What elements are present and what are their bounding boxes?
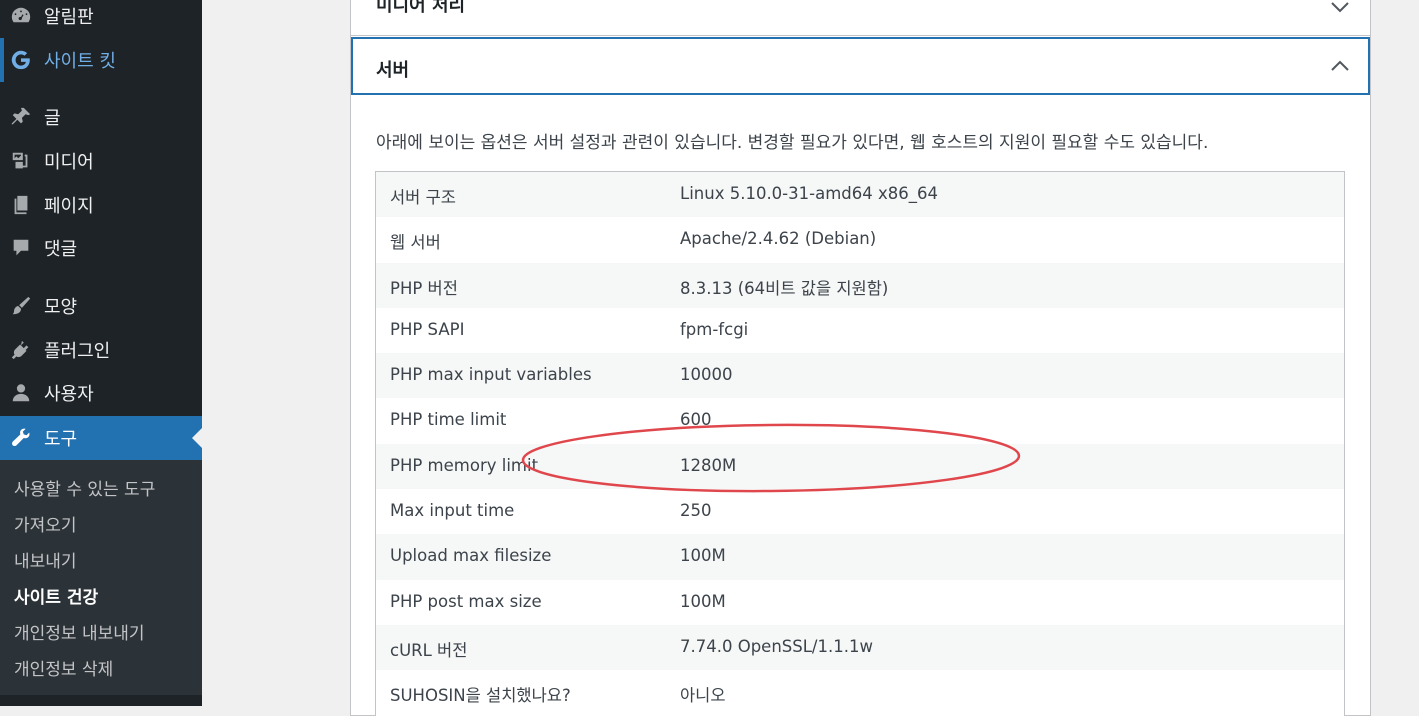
wrench-icon	[9, 426, 33, 450]
row-value: 100M	[680, 591, 726, 611]
row-label: PHP 버전	[390, 278, 458, 298]
menu-label: 미디어	[44, 152, 94, 173]
menu-item-media[interactable]: 미디어	[0, 139, 202, 183]
sidebar-bottom	[0, 695, 202, 706]
row-value: 100M	[680, 546, 726, 566]
accordion-server-header[interactable]: 서버	[351, 37, 1370, 95]
menu-item-appearance[interactable]: 모양	[0, 284, 202, 328]
row-value: fpm-fcgi	[680, 319, 749, 339]
menu-item-tools[interactable]: 도구	[0, 416, 202, 460]
table-row: 웹 서버 Apache/2.4.62 (Debian)	[376, 217, 1344, 263]
tools-submenu: 사용할 수 있는 도구 가져오기 내보내기 사이트 건강 개인정보 내보내기 개…	[0, 460, 202, 695]
row-value: 250	[680, 501, 712, 521]
table-row: Upload max filesize 100M	[376, 534, 1344, 580]
submenu-item-export[interactable]: 내보내기	[14, 547, 77, 572]
menu-item-posts[interactable]: 글	[0, 95, 202, 139]
table-row: cURL 버전 7.74.0 OpenSSL/1.1.1w	[376, 624, 1344, 671]
row-value: Apache/2.4.62 (Debian)	[680, 229, 877, 249]
google-g-icon	[9, 48, 33, 72]
table-row: PHP 버전 8.3.13 (64비트 값을 지원함)	[376, 262, 1344, 308]
table-row: Max input time 250	[376, 489, 1344, 535]
user-icon	[9, 381, 33, 405]
menu-label: 사용자	[44, 384, 94, 405]
accordion-media-header[interactable]: 미디어 처리	[351, 0, 1370, 36]
table-row: 서버 구조 Linux 5.10.0-31-amd64 x86_64	[376, 172, 1344, 218]
menu-item-comments[interactable]: 댓글	[0, 226, 202, 270]
menu-item-plugins[interactable]: 플러그인	[0, 328, 202, 372]
submenu-item-erase-personal-data[interactable]: 개인정보 삭제	[14, 655, 113, 680]
chevron-up-icon	[1331, 60, 1349, 71]
submenu-item-available-tools[interactable]: 사용할 수 있는 도구	[14, 475, 155, 500]
row-label: Max input time	[390, 501, 515, 521]
table-row: PHP time limit 600	[376, 398, 1344, 444]
row-label: PHP memory limit	[390, 455, 539, 475]
row-label: PHP SAPI	[390, 319, 465, 339]
row-value: Linux 5.10.0-31-amd64 x86_64	[680, 184, 938, 203]
submenu-item-site-health[interactable]: 사이트 건강	[14, 583, 98, 608]
menu-item-pages[interactable]: 페이지	[0, 183, 202, 227]
dashboard-icon	[9, 4, 33, 28]
table-row: SUHOSIN을 설치했나요? 아니오	[376, 670, 1344, 716]
accordion-title: 미디어 처리	[376, 0, 466, 16]
server-info-table: 서버 구조 Linux 5.10.0-31-amd64 x86_64 웹 서버 Apa…	[375, 171, 1345, 716]
row-value: 7.74.0 OpenSSL/1.1.1w	[680, 636, 873, 656]
row-label: Upload max filesize	[390, 546, 552, 566]
row-label: cURL 버전	[390, 640, 468, 660]
table-row: PHP post max size 100M	[376, 579, 1344, 625]
brush-icon	[9, 294, 33, 318]
row-value: 1280M	[680, 455, 737, 475]
row-label: SUHOSIN을 설치했나요?	[390, 686, 571, 706]
admin-sidebar: 알림판 사이트 킷 글 미디어 페이지 댓글 모양 플러그인 사용자 도구 사용…	[0, 0, 202, 706]
row-value: 아니오	[680, 686, 726, 706]
site-health-info-panel: 미디어 처리 서버 아래에 보이는 옵션은 서버 설정과 관련이 있습니다. 변…	[350, 0, 1371, 716]
menu-label: 모양	[44, 297, 78, 318]
row-value: 600	[680, 410, 712, 430]
menu-label: 플러그인	[44, 341, 111, 362]
media-icon	[9, 149, 33, 173]
comment-icon	[9, 236, 33, 260]
table-row: PHP SAPI fpm-fcgi	[376, 307, 1344, 354]
table-row: PHP max input variables 10000	[376, 353, 1344, 399]
menu-item-site-kit[interactable]: 사이트 킷	[0, 38, 202, 82]
menu-item-users[interactable]: 사용자	[0, 371, 202, 415]
section-description: 아래에 보이는 옵션은 서버 설정과 관련이 있습니다. 변경할 필요가 있다면…	[376, 133, 1209, 153]
chevron-down-icon	[1331, 2, 1349, 13]
current-menu-arrow	[192, 428, 202, 448]
submenu-item-export-personal-data[interactable]: 개인정보 내보내기	[14, 619, 145, 644]
menu-label: 도구	[44, 429, 78, 450]
pin-icon	[9, 105, 33, 129]
row-label: PHP time limit	[390, 410, 507, 430]
menu-label: 페이지	[44, 196, 94, 217]
menu-label: 알림판	[44, 7, 94, 28]
page-icon	[9, 193, 33, 217]
plugin-icon	[9, 338, 33, 362]
row-value: 8.3.13 (64비트 값을 지원함)	[680, 278, 889, 298]
row-value: 10000	[680, 365, 733, 385]
menu-item-dashboard[interactable]: 알림판	[0, 0, 202, 38]
table-row: PHP memory limit 1280M	[376, 443, 1344, 490]
submenu-item-import[interactable]: 가져오기	[14, 511, 77, 536]
menu-label: 글	[44, 108, 61, 129]
row-label: 서버 구조	[390, 188, 456, 207]
row-label: 웹 서버	[390, 233, 441, 253]
main-content: 미디어 처리 서버 아래에 보이는 옵션은 서버 설정과 관련이 있습니다. 변…	[202, 0, 1419, 716]
accordion-title: 서버	[376, 60, 410, 81]
row-label: PHP post max size	[390, 591, 542, 611]
menu-label: 사이트 킷	[44, 51, 116, 72]
row-label: PHP max input variables	[390, 365, 592, 385]
menu-label: 댓글	[44, 239, 78, 260]
